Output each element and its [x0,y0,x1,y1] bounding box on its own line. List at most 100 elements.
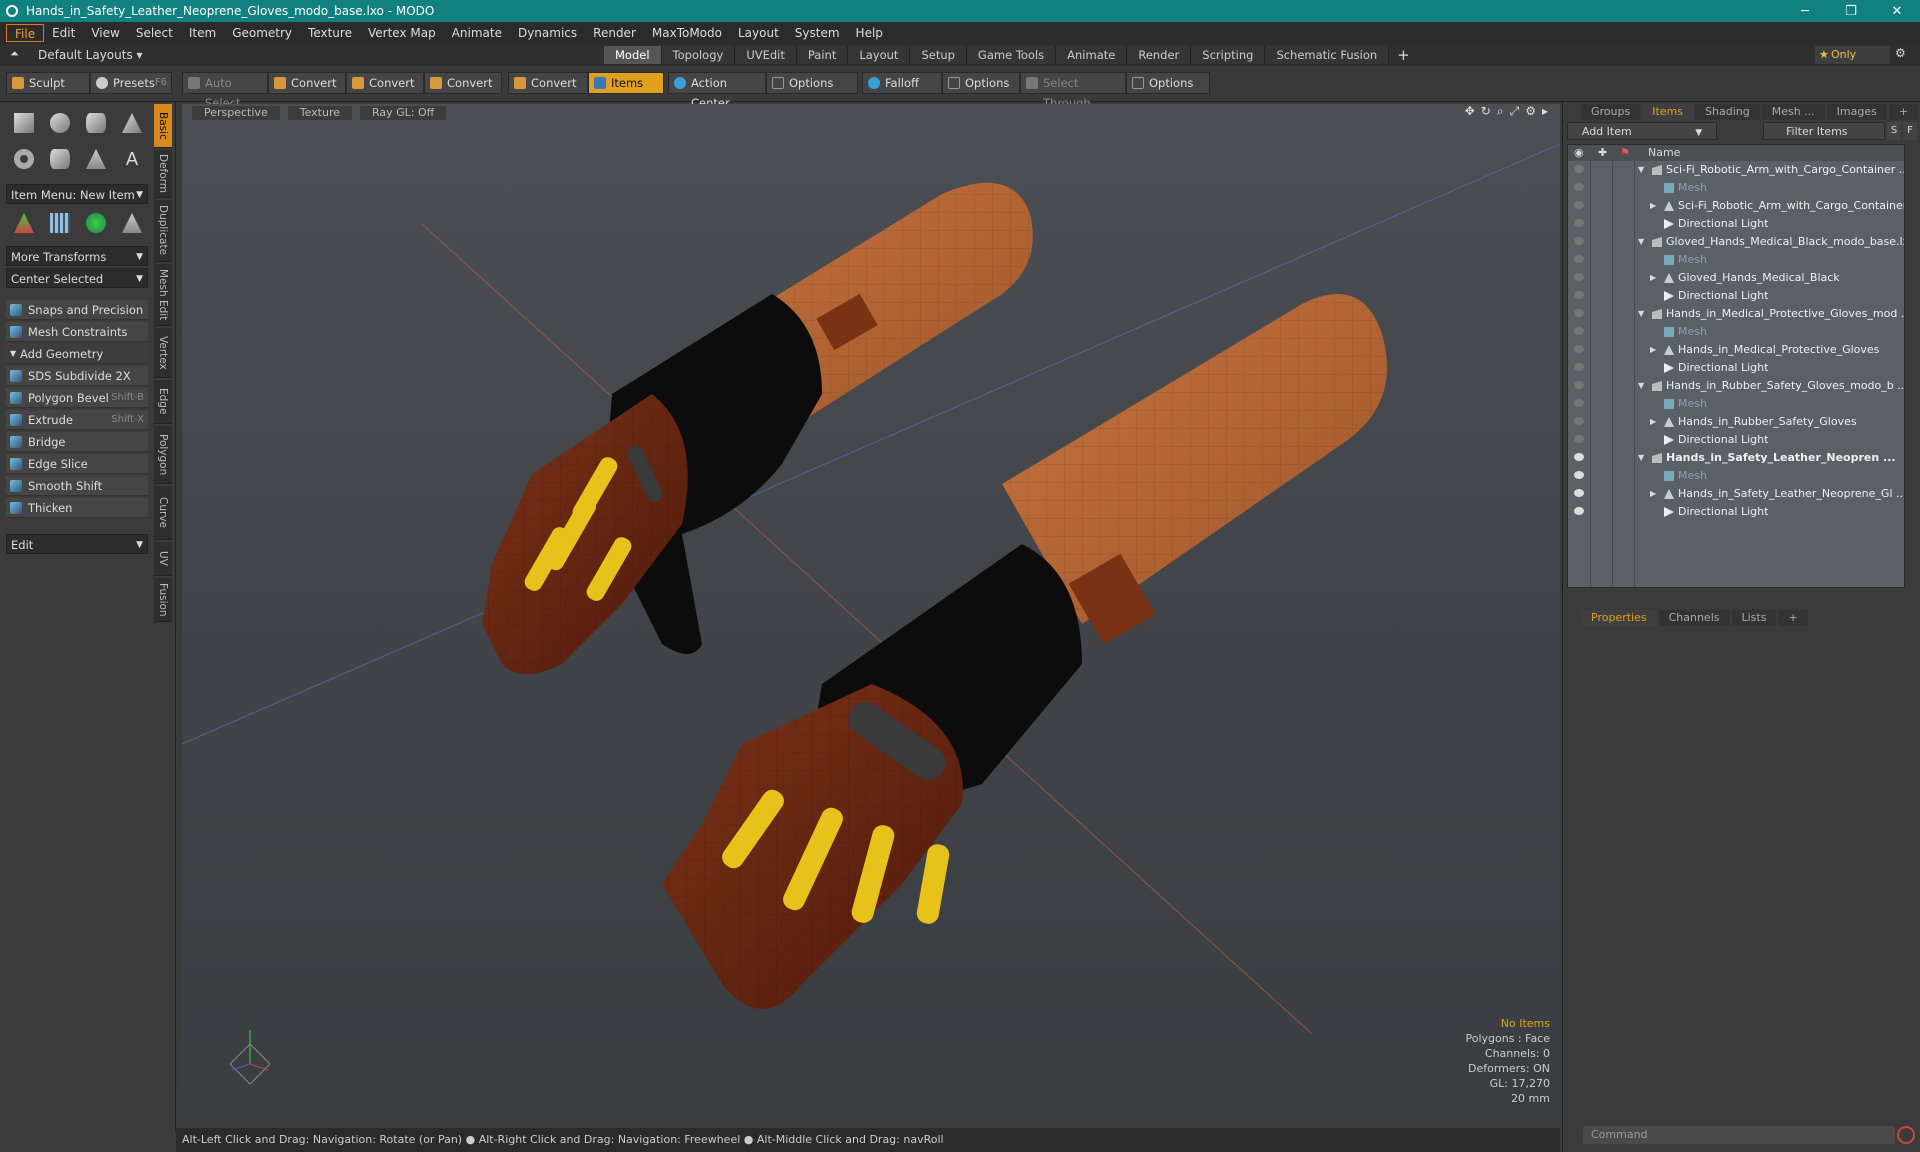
side-tab-duplicate[interactable]: Duplicate [154,200,172,262]
tree-row[interactable]: ▶ Hands_in_Rubber_Safety_Gloves [1568,413,1904,431]
expand-icon[interactable]: ▶ [1650,197,1656,215]
add-geometry-header[interactable]: ▼ Add Geometry [6,344,148,364]
tree-row[interactable]: ▶ Sci-Fi_Robotic_Arm_with_Cargo_Container [1568,197,1904,215]
cone-icon[interactable] [114,106,150,140]
cube-icon[interactable] [6,106,42,140]
more-transforms-dropdown[interactable]: More Transforms ▼ [6,246,148,266]
text-icon[interactable]: A [114,142,150,176]
center-selected-dropdown[interactable]: Center Selected ▼ [6,268,148,288]
item-menu-dropdown[interactable]: Item Menu: New Item ▼ [6,184,148,204]
layout-tab-model[interactable]: Model [604,46,662,64]
convert-polygon-button[interactable]: Convert [424,72,502,94]
eye-icon[interactable] [1574,237,1584,245]
tree-row[interactable]: Directional Light [1568,215,1904,233]
eye-icon[interactable] [1574,417,1584,425]
tab-properties[interactable]: Properties [1581,610,1657,626]
tab-shading[interactable]: Shading [1695,104,1760,120]
menu-item[interactable]: Item [181,24,224,42]
menu-file[interactable]: File [6,24,45,42]
eye-icon[interactable] [1574,255,1584,263]
side-tab-fusion[interactable]: Fusion [154,578,172,622]
torus-icon[interactable] [6,142,42,176]
tree-row[interactable]: ▶ Hands_in_Medical_Protective_Gloves [1568,341,1904,359]
tab-groups[interactable]: Groups [1581,104,1641,120]
menu-select[interactable]: Select [128,24,181,42]
layout-tab-uvedit[interactable]: UVEdit [735,46,797,64]
maximize-button[interactable]: ❐ [1828,4,1874,19]
menu-maxtomodo[interactable]: MaxToModo [644,24,730,42]
menu-vertex-map[interactable]: Vertex Map [360,24,444,42]
tree-row[interactable]: Mesh [1568,395,1904,413]
cylinder-icon[interactable] [78,106,114,140]
3d-viewport[interactable]: Perspective Texture Ray GL: Off ✥ ↻ ⌕ ⤢ ⚙ … [182,104,1560,1120]
sphere-icon[interactable] [42,106,78,140]
move-icon[interactable] [6,206,42,240]
filter-f-button[interactable]: F [1903,122,1917,140]
command-input[interactable]: Command [1583,1126,1895,1144]
eye-icon[interactable] [1574,399,1584,407]
tree-row[interactable]: ▶ Gloved_Hands_Medical_Black [1568,269,1904,287]
scale-icon[interactable] [114,206,150,240]
maximize-icon[interactable]: ⤢ [1510,104,1520,122]
expand-icon[interactable]: ▶ [1650,485,1656,503]
grid-icon[interactable] [42,206,78,240]
default-layouts-dropdown[interactable]: Default Layouts ▾ [0,48,143,62]
tool-bridge[interactable]: Bridge [6,432,148,452]
layout-menu-icon[interactable]: ⏶ [10,47,19,61]
snaps-precision-button[interactable]: Snaps and Precision [6,300,148,320]
tree-row[interactable]: Directional Light [1568,503,1904,521]
layout-tab-schematic-fusion[interactable]: Schematic Fusion [1265,46,1390,64]
collapse-icon[interactable]: ▼ [1638,377,1644,395]
side-tab-uv[interactable]: UV [154,542,172,576]
tool-edge-slice[interactable]: Edge Slice [6,454,148,474]
only-toggle[interactable]: ★ Only [1815,46,1890,64]
convert-edge-button[interactable]: Convert [346,72,424,94]
expand-icon[interactable]: ▶ [1650,269,1656,287]
action-center-options-button[interactable]: Options [766,72,858,94]
layout-tab-setup[interactable]: Setup [910,46,967,64]
zoom-icon[interactable]: ⌕ [1497,104,1504,122]
tool-sds-subdivide-2x[interactable]: SDS Subdivide 2X [6,366,148,386]
layout-tab-topology[interactable]: Topology [661,46,736,64]
layout-tab-layout[interactable]: Layout [848,46,911,64]
eye-icon[interactable] [1574,435,1584,443]
tree-row[interactable]: ▼ Hands_in_Medical_Protective_Gloves_mod … [1568,305,1904,323]
side-tab-mesh-edit[interactable]: Mesh Edit [154,264,172,326]
menu-layout[interactable]: Layout [730,24,787,42]
tree-row[interactable]: ▶ Hands_in_Safety_Leather_Neoprene_Gl ... [1568,485,1904,503]
globe-icon[interactable] [78,206,114,240]
menu-texture[interactable]: Texture [300,24,360,42]
tree-row[interactable]: ▼ Hands_in_Rubber_Safety_Gloves_modo_b ..… [1568,377,1904,395]
tree-row[interactable]: ▼ Gloved_Hands_Medical_Black_modo_base.lx… [1568,233,1904,251]
layout-tab-render[interactable]: Render [1127,46,1192,64]
add-tab-button[interactable]: + [1888,104,1919,120]
presets-button[interactable]: Presets F6 [90,72,172,94]
viewport-tab-1[interactable]: Texture [287,106,352,120]
menu-dynamics[interactable]: Dynamics [510,24,585,42]
close-button[interactable]: ✕ [1874,4,1920,19]
eye-icon[interactable] [1574,363,1584,371]
minimize-button[interactable]: ─ [1782,4,1828,19]
tab-channels[interactable]: Channels [1658,610,1730,626]
tab-items[interactable]: Items [1642,104,1694,120]
layout-tab-scripting[interactable]: Scripting [1191,46,1266,64]
tree-row[interactable]: Mesh [1568,179,1904,197]
eye-icon[interactable] [1574,165,1584,173]
tree-row[interactable]: Directional Light [1568,431,1904,449]
tree-row[interactable]: ▼ Hands_in_Safety_Leather_Neopren ... [1568,449,1904,467]
command-history-icon[interactable] [1897,1126,1915,1144]
mesh-constraints-button[interactable]: Mesh Constraints [6,322,148,342]
action-center-button[interactable]: Action Center [668,72,766,110]
side-tab-vertex[interactable]: Vertex [154,328,172,378]
eye-icon[interactable] [1574,489,1584,497]
side-tab-basic[interactable]: Basic [154,104,172,148]
eye-icon[interactable] [1574,345,1584,353]
tree-row[interactable]: Directional Light [1568,359,1904,377]
render-column-icon[interactable]: ⚑ [1620,145,1630,161]
menu-help[interactable]: Help [848,24,891,42]
collapse-icon[interactable]: ▼ [1638,305,1644,323]
eye-column-icon[interactable]: ◉ [1574,145,1584,161]
eye-icon[interactable] [1574,507,1584,515]
eye-icon[interactable] [1574,471,1584,479]
capsule-icon[interactable] [42,142,78,176]
